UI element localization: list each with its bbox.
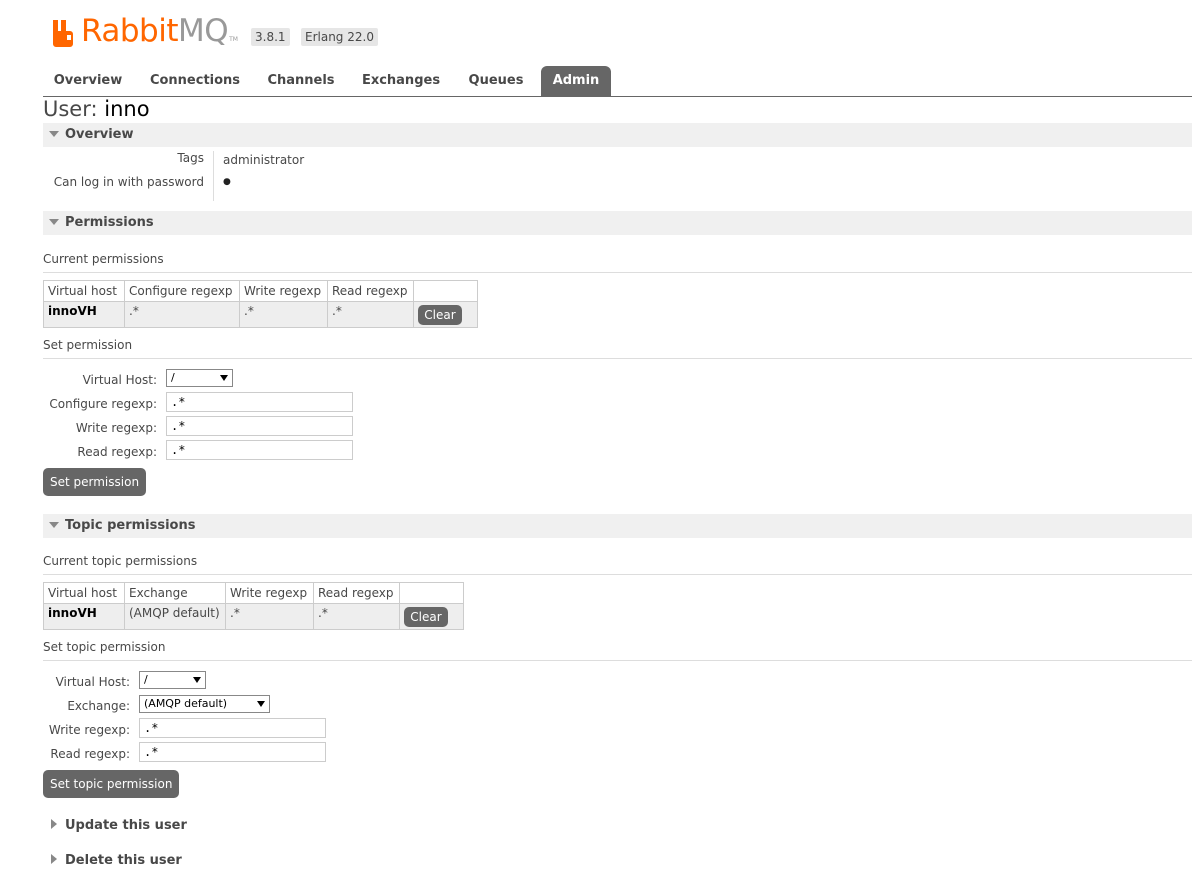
table-header-row: Virtual host Configure regexp Write rege… (43, 280, 478, 302)
vhost-cell: innoVH (43, 603, 125, 630)
expanded-arrow-icon (49, 522, 59, 528)
chevron-down-icon (220, 375, 228, 381)
configure-cell: .* (124, 301, 240, 328)
table-row: innoVH (AMQP default) .* .* Clear (43, 603, 464, 630)
column-header: Read regexp (327, 280, 414, 302)
erlang-version-badge: Erlang 22.0 (301, 28, 378, 46)
action-cell: Clear (413, 301, 478, 328)
update-user-heading: Update this user (65, 818, 187, 833)
topic-vhost-select-value: / (144, 673, 148, 686)
main-nav-tabs: Overview Connections Channels Exchanges … (43, 66, 1192, 97)
vhost-cell: innoVH (43, 301, 125, 328)
tab-queues[interactable]: Queues (461, 66, 531, 96)
exchange-select-value: (AMQP default) (144, 697, 228, 710)
exchange-cell: (AMQP default) (124, 603, 226, 630)
read-label: Read regexp: (77, 445, 157, 459)
table-header-row: Virtual host Exchange Write regexp Read … (43, 582, 464, 604)
column-header: Configure regexp (124, 280, 240, 302)
topic-write-regexp-input[interactable]: .* (139, 718, 326, 738)
version-badge: 3.8.1 (251, 28, 290, 46)
tab-overview[interactable]: Overview (47, 66, 129, 96)
column-header: Write regexp (239, 280, 328, 302)
page-title: User: inno (43, 97, 150, 121)
write-cell: .* (225, 603, 314, 630)
brand-mq: MQ (177, 13, 229, 49)
write-regexp-input[interactable]: .* (166, 416, 353, 436)
topic-write-label: Write regexp: (48, 723, 130, 737)
topic-vhost-label: Virtual Host: (55, 675, 130, 689)
rabbit-logo-icon (52, 17, 78, 47)
configure-label: Configure regexp: (49, 397, 157, 411)
exchange-select[interactable]: (AMQP default) (139, 695, 270, 713)
overview-divider (213, 151, 214, 201)
tab-exchanges[interactable]: Exchanges (357, 66, 445, 96)
topic-read-regexp-input[interactable]: .* (139, 742, 326, 762)
permissions-section-toggle[interactable]: Permissions (43, 211, 1192, 235)
expanded-arrow-icon (49, 219, 59, 225)
collapsed-arrow-icon (51, 819, 57, 829)
vhost-label: Virtual Host: (82, 373, 157, 387)
column-header-empty (399, 582, 464, 604)
set-permission-button[interactable]: Set permission (43, 468, 147, 496)
set-permission-heading: Set permission (43, 338, 1192, 359)
delete-user-heading: Delete this user (65, 853, 182, 868)
chevron-down-icon (193, 677, 201, 683)
topic-vhost-select[interactable]: / (139, 671, 206, 689)
clear-permission-button[interactable]: Clear (418, 305, 462, 325)
write-label: Write regexp: (75, 421, 157, 435)
collapsed-arrow-icon (51, 854, 57, 864)
tab-admin[interactable]: Admin (541, 66, 611, 96)
column-header: Virtual host (43, 582, 125, 604)
read-cell: .* (313, 603, 400, 630)
clear-topic-permission-button[interactable]: Clear (404, 607, 448, 627)
set-topic-permission-heading: Set topic permission (43, 640, 1192, 661)
vhost-select[interactable]: / (166, 369, 233, 387)
exchange-label: Exchange: (67, 699, 130, 713)
current-permissions-heading: Current permissions (43, 252, 1192, 273)
permissions-heading: Permissions (65, 215, 154, 230)
tab-connections[interactable]: Connections (145, 66, 245, 96)
login-label: Can log in with password (53, 175, 204, 189)
overview-heading: Overview (65, 127, 134, 142)
write-cell: .* (239, 301, 328, 328)
column-header: Virtual host (43, 280, 125, 302)
update-user-section-toggle[interactable]: Update this user (43, 815, 343, 837)
column-header: Write regexp (225, 582, 314, 604)
column-header-empty (413, 280, 478, 302)
permissions-table: Virtual host Configure regexp Write rege… (43, 280, 478, 328)
expanded-arrow-icon (49, 131, 59, 137)
topic-permissions-section-toggle[interactable]: Topic permissions (43, 514, 1192, 538)
page-title-prefix: User: (43, 97, 105, 121)
column-header: Exchange (124, 582, 226, 604)
topic-permissions-heading: Topic permissions (65, 518, 196, 533)
read-cell: .* (327, 301, 414, 328)
vhost-select-value: / (171, 371, 175, 384)
brand-rabbit: Rabbit (81, 13, 178, 49)
topic-read-label: Read regexp: (50, 747, 130, 761)
current-topic-permissions-heading: Current topic permissions (43, 554, 1192, 575)
topic-permissions-table: Virtual host Exchange Write regexp Read … (43, 582, 464, 630)
brand-wordmark: RabbitMQ (81, 13, 229, 49)
overview-section-toggle[interactable]: Overview (43, 123, 1192, 147)
tags-label: Tags (177, 151, 204, 165)
configure-regexp-input[interactable]: .* (166, 392, 353, 412)
column-header: Read regexp (313, 582, 400, 604)
rabbitmq-logo[interactable]: RabbitMQ TM (52, 13, 238, 47)
set-topic-permission-button[interactable]: Set topic permission (43, 770, 180, 798)
chevron-down-icon (257, 701, 265, 707)
table-row: innoVH .* .* .* Clear (43, 301, 478, 328)
tags-value: administrator (223, 153, 305, 167)
read-regexp-input[interactable]: .* (166, 440, 353, 460)
delete-user-section-toggle[interactable]: Delete this user (43, 850, 343, 872)
page-title-username: inno (104, 97, 150, 121)
login-value: ● (223, 177, 231, 187)
action-cell: Clear (399, 603, 464, 630)
trademark-mark: TM (229, 36, 238, 43)
tab-channels[interactable]: Channels (261, 66, 341, 96)
